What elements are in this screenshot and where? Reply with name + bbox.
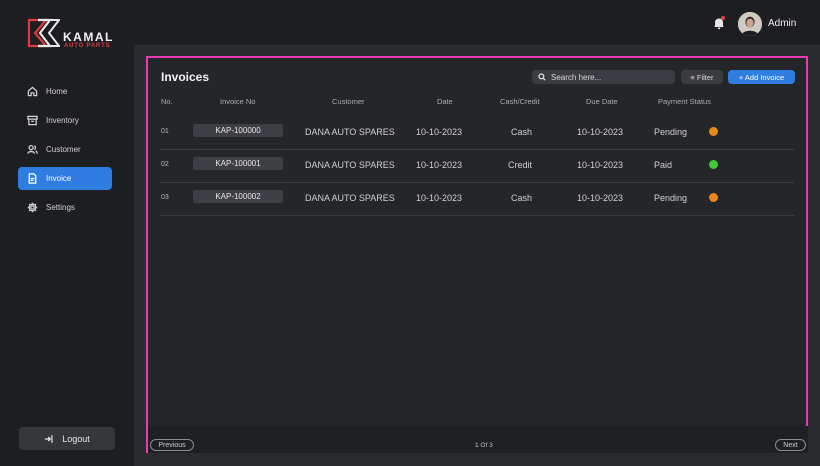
page-indicator: 1 Of 3 [475,442,493,449]
invoices-panel: Invoices ≡ Filter + Add Invoice No. Invo… [146,56,808,453]
brand-tagline: AUTO PARTS [64,43,111,49]
brand-logo[interactable]: KAMAL AUTO PARTS [26,16,116,50]
row-number: 02 [161,161,169,168]
sidebar-item-invoice[interactable]: Invoice [18,167,112,190]
notification-badge [721,16,725,20]
payment-status: Pending [654,193,688,203]
next-page-button[interactable]: Next [775,439,806,451]
home-icon [27,86,39,98]
column-header-no: No. [161,97,173,106]
filter-button[interactable]: ≡ Filter [681,70,723,84]
invoice-date: 10-10-2023 [416,160,463,170]
payment-type: Credit [508,160,533,170]
payment-type: Cash [511,127,533,137]
search-icon [538,73,546,81]
previous-page-button[interactable]: Previous [150,439,194,451]
column-header-invoice-no: Invoice No [220,97,256,106]
logout-icon [45,434,53,443]
customer-name: DANA AUTO SPARES [305,160,395,170]
invoice-date: 10-10-2023 [416,193,463,203]
row-number: 03 [161,194,169,201]
payment-status: Paid [654,160,673,170]
column-header-due-date: Due Date [586,97,618,106]
column-header-cash-credit: Cash/Credit [500,97,540,106]
brand-name: KAMAL [63,30,114,44]
sidebar-item-label: Invoice [46,174,72,183]
status-pending-icon [709,127,718,136]
status-paid-icon [709,160,718,169]
sidebar-item-inventory[interactable]: Inventory [18,109,112,132]
invoice-number[interactable]: KAP-100000 [193,124,283,137]
sidebar-item-home[interactable]: Home [18,80,112,103]
logo-mark-icon [27,18,60,48]
invoice-date: 10-10-2023 [416,127,463,137]
payment-type: Cash [511,193,533,203]
customer-icon [27,144,39,156]
search-input[interactable] [551,72,661,82]
sidebar: KAMAL AUTO PARTS Home Inventory Customer [0,0,134,466]
sidebar-item-label: Home [46,87,68,96]
page-title: Invoices [161,70,210,84]
inventory-icon [27,115,39,127]
sidebar-nav: Home Inventory Customer Invoice Settings [18,80,112,225]
invoice-number[interactable]: KAP-100002 [193,190,283,203]
payment-status: Pending [654,127,688,137]
sidebar-item-label: Inventory [46,116,79,125]
pagination-bar: Previous 1 Of 3 Next [148,426,808,453]
due-date: 10-10-2023 [577,127,624,137]
search-box[interactable] [532,70,675,84]
table-row[interactable]: 01 KAP-100000 DANA AUTO SPARES 10-10-202… [160,117,794,150]
add-invoice-button[interactable]: + Add Invoice [728,70,795,84]
table-header: No. Invoice No Customer Date Cash/Credit… [148,97,808,109]
invoice-icon [27,172,39,185]
table-row[interactable]: 02 KAP-100001 DANA AUTO SPARES 10-10-202… [160,150,794,183]
sidebar-item-customer[interactable]: Customer [18,138,112,161]
status-pending-icon [709,193,718,202]
logout-label: Logout [62,433,90,444]
sidebar-item-label: Customer [46,145,81,154]
top-bar: Admin [134,0,820,45]
row-number: 01 [161,128,169,135]
sidebar-item-label: Settings [46,203,75,212]
column-header-payment-status: Payment Status [658,97,711,106]
user-photo-icon [738,12,762,36]
due-date: 10-10-2023 [577,160,624,170]
invoice-number[interactable]: KAP-100001 [193,157,283,170]
logout-button[interactable]: Logout [19,427,115,450]
sidebar-item-settings[interactable]: Settings [18,196,112,219]
user-name[interactable]: Admin [768,18,796,29]
table-row[interactable]: 03 KAP-100002 DANA AUTO SPARES 10-10-202… [160,183,794,216]
due-date: 10-10-2023 [577,193,624,203]
customer-name: DANA AUTO SPARES [305,193,395,203]
column-header-customer: Customer [332,97,365,106]
customer-name: DANA AUTO SPARES [305,127,395,137]
settings-icon [27,202,39,214]
avatar[interactable] [738,12,762,36]
column-header-date: Date [437,97,453,106]
